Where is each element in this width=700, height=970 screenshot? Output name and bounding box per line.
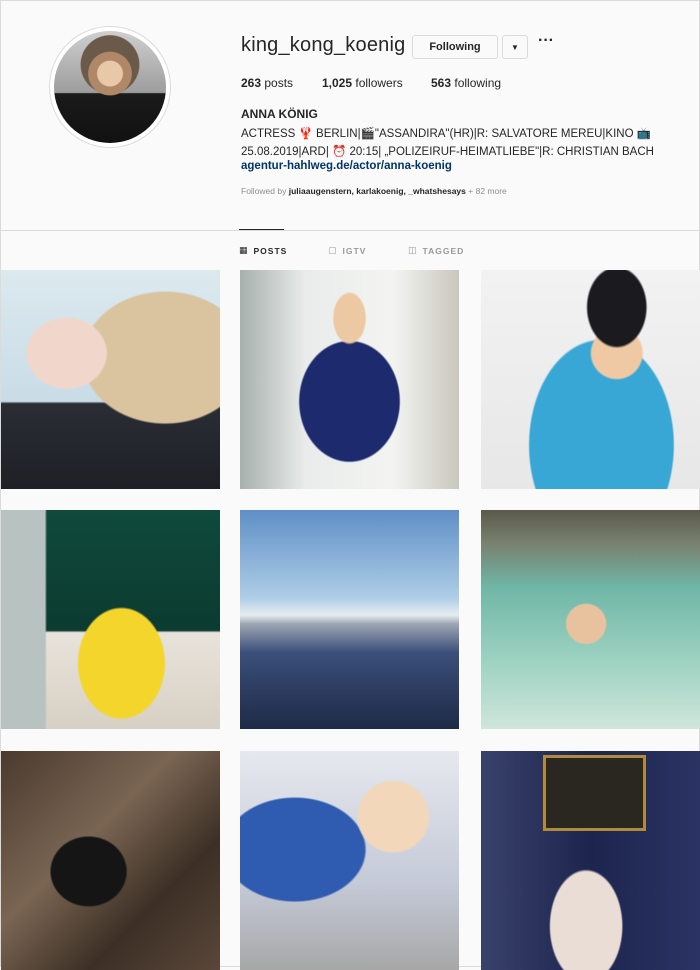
chevron-down-icon: ▼ — [511, 42, 519, 52]
post-thumbnail-7[interactable] — [1, 751, 220, 970]
bio-link[interactable]: agentur-hahlweg.de/actor/anna-koenig — [241, 160, 452, 172]
posts-stat: 263 posts — [241, 76, 294, 90]
tab-divider — [0, 230, 700, 231]
active-tab-indicator — [239, 229, 284, 230]
avatar[interactable] — [49, 26, 171, 148]
post-thumbnail-4[interactable] — [1, 510, 220, 729]
bio-line-1: ACTRESS 🦞 BERLIN|🎬"ASSANDIRA"(HR)|R: SAL… — [241, 128, 652, 140]
profile-photo — [54, 31, 166, 143]
grid-icon: ▦ — [239, 245, 249, 255]
followed-by[interactable]: Followed by juliaaugenstern, karlakoenig… — [241, 186, 507, 196]
tab-tagged[interactable]: ◫ TAGGED — [408, 245, 464, 256]
suggestions-dropdown-button[interactable]: ▼ — [502, 35, 528, 59]
username: king_kong_koenig — [241, 34, 406, 56]
bio-line-2: 25.08.2019|ARD| ⏰ 20:15| „POLIZEIRUF-HEI… — [241, 146, 654, 158]
igtv-icon: ▢ — [328, 245, 338, 255]
tab-igtv[interactable]: ▢ IGTV — [328, 245, 366, 256]
post-thumbnail-6[interactable] — [481, 510, 700, 729]
following-stat[interactable]: 563 following — [431, 76, 501, 90]
followers-stat[interactable]: 1,025 followers — [322, 76, 403, 90]
full-name: ANNA KÖNIG — [241, 107, 318, 121]
post-thumbnail-3[interactable] — [481, 270, 700, 489]
tag-icon: ◫ — [408, 245, 418, 255]
tab-posts[interactable]: ▦ POSTS — [239, 245, 287, 256]
bio: ACTRESS 🦞 BERLIN|🎬"ASSANDIRA"(HR)|R: SAL… — [241, 125, 691, 161]
post-thumbnail-2[interactable] — [240, 270, 459, 489]
post-thumbnail-5[interactable] — [240, 510, 459, 729]
post-thumbnail-1[interactable] — [1, 270, 220, 489]
post-thumbnail-8[interactable] — [240, 751, 459, 970]
more-options-icon[interactable]: ··· — [536, 33, 556, 54]
post-thumbnail-9[interactable] — [481, 751, 700, 970]
following-button[interactable]: Following — [412, 35, 498, 59]
